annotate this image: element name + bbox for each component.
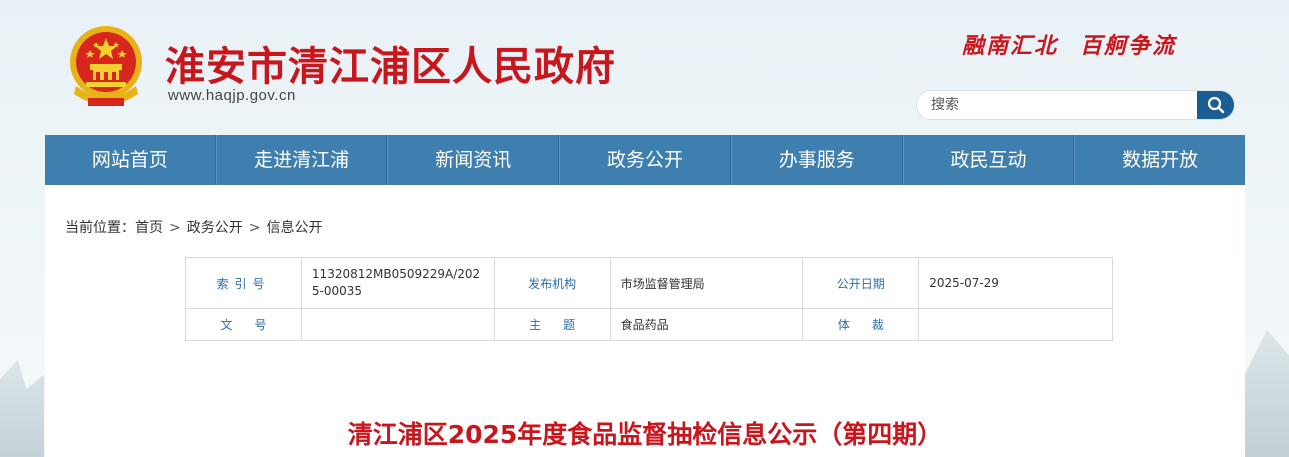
breadcrumb-prefix: 当前位置： — [65, 220, 135, 236]
nav-item-services[interactable]: 办事服务 — [730, 135, 903, 185]
breadcrumb: 当前位置：首页 > 政务公开 > 信息公开 — [65, 217, 322, 237]
main-content: 当前位置：首页 > 政务公开 > 信息公开 索引号 11320812MB0509229A… — [45, 185, 1245, 457]
slogan-right: 百舸争流 — [1080, 33, 1177, 59]
site-header: 淮安市清江浦区人民政府 www.haqjp.gov.cn 融南汇北 百舸争流 — [0, 0, 1289, 135]
document-meta-table: 索引号 11320812MB0509229A/2025-00035 发布机构 市… — [185, 257, 1113, 341]
breadcrumb-separator: > — [169, 220, 181, 236]
main-nav: 网站首页 走进清江浦 新闻资讯 政务公开 办事服务 政民互动 数据开放 — [45, 135, 1245, 185]
site-url: www.haqjp.gov.cn — [168, 87, 296, 104]
search-button[interactable] — [1197, 91, 1234, 119]
topic-value: 食品药品 — [609, 308, 804, 341]
index-value: 11320812MB0509229A/2025-00035 — [300, 257, 495, 309]
right-scenery-decoration — [1245, 330, 1289, 457]
org-label: 发布机构 — [493, 257, 611, 309]
index-label: 索引号 — [185, 257, 302, 309]
search-box — [916, 90, 1235, 120]
genre-label: 体裁 — [802, 308, 920, 341]
nav-item-interaction[interactable]: 政民互动 — [902, 135, 1075, 185]
nav-item-about[interactable]: 走进清江浦 — [215, 135, 388, 185]
doc-no-label: 文号 — [185, 308, 302, 341]
nav-item-open-data[interactable]: 数据开放 — [1074, 135, 1245, 185]
date-value: 2025-07-29 — [918, 257, 1113, 309]
topic-label: 主题 — [493, 308, 611, 341]
table-row: 文号 主题 食品药品 体裁 — [185, 308, 1113, 341]
nav-item-home[interactable]: 网站首页 — [45, 135, 216, 185]
left-scenery-decoration — [0, 360, 44, 457]
org-value: 市场监督管理局 — [609, 257, 804, 309]
nav-item-news[interactable]: 新闻资讯 — [387, 135, 560, 185]
doc-no-value — [300, 308, 495, 341]
breadcrumb-gov-affairs[interactable]: 政务公开 — [187, 220, 243, 236]
search-input[interactable] — [917, 91, 1199, 119]
nav-item-gov-affairs[interactable]: 政务公开 — [559, 135, 731, 185]
genre-value — [918, 308, 1113, 341]
search-icon — [1207, 96, 1224, 114]
article-title: 清江浦区2025年度食品监督抽检信息公示（第四期） — [347, 420, 943, 449]
breadcrumb-separator: > — [248, 220, 261, 236]
breadcrumb-home[interactable]: 首页 — [135, 220, 163, 236]
site-slogan: 融南汇北 百舸争流 — [962, 28, 1176, 60]
breadcrumb-info-disclosure[interactable]: 信息公开 — [266, 220, 322, 236]
table-row: 索引号 11320812MB0509229A/2025-00035 发布机构 市… — [185, 257, 1113, 309]
slogan-left: 融南汇北 — [962, 33, 1059, 59]
site-title[interactable]: 淮安市清江浦区人民政府 — [165, 34, 616, 92]
national-emblem-icon — [66, 24, 146, 110]
date-label: 公开日期 — [802, 257, 920, 309]
